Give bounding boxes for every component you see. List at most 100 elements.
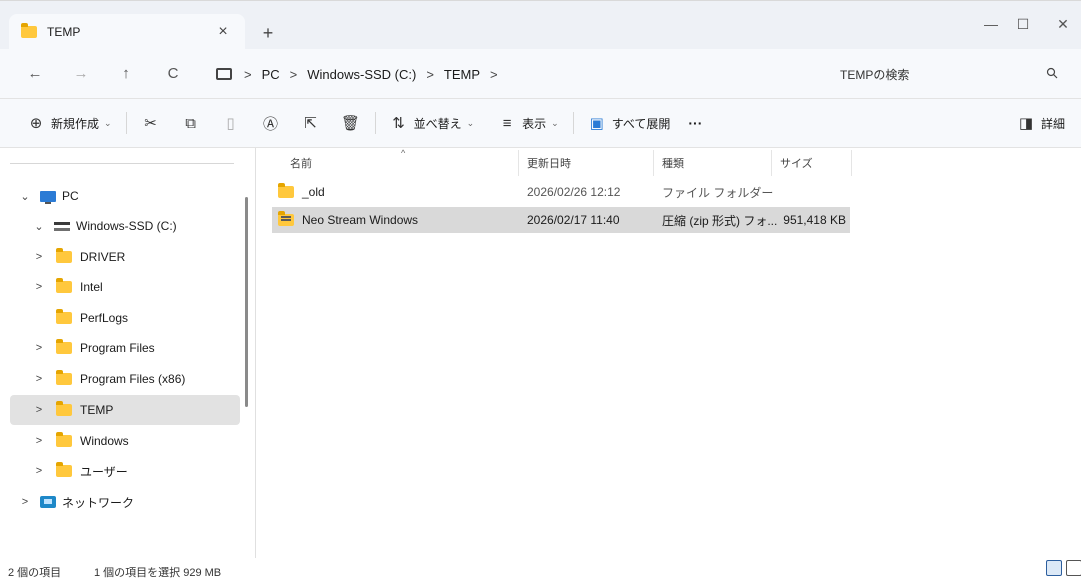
tiles-view-button[interactable] xyxy=(1066,560,1081,576)
new-label: 新規作成 xyxy=(51,116,100,131)
rename-button[interactable]: Ⓐ xyxy=(261,107,281,139)
chevron-right-icon[interactable]: > xyxy=(18,496,32,508)
copy-button[interactable]: ⧉ xyxy=(181,107,201,139)
file-size xyxy=(780,179,846,205)
folder-icon xyxy=(56,462,72,477)
sidebar-item-intel[interactable]: > Intel xyxy=(10,272,240,302)
tab-temp[interactable]: TEMP × xyxy=(9,14,245,50)
details-view-button[interactable] xyxy=(1046,560,1062,576)
minimize-button[interactable]: — xyxy=(976,13,1006,35)
breadcrumb-pc[interactable]: PC xyxy=(262,67,280,82)
sidebar-item-driver[interactable]: > DRIVER xyxy=(10,242,240,272)
chevron-right-icon[interactable]: > xyxy=(32,251,46,263)
share-button[interactable]: ⇱ xyxy=(301,107,321,139)
sidebar-item-label: Program Files (x86) xyxy=(80,372,186,386)
share-icon: ⇱ xyxy=(304,115,317,132)
pc-icon xyxy=(40,190,56,204)
folder-icon xyxy=(278,183,294,198)
more-options-button[interactable]: ··· xyxy=(688,107,702,139)
breadcrumb-drive[interactable]: Windows-SSD (C:) xyxy=(307,67,416,82)
selection-info: 1 個の項目を選択 929 MB xyxy=(94,567,222,578)
monitor-icon xyxy=(216,68,232,80)
network-icon xyxy=(40,496,56,508)
list-view-icon: ≡ xyxy=(502,114,512,132)
column-header-modified[interactable]: 更新日時 xyxy=(519,150,654,176)
sort-button[interactable]: ⇅ 並べ替え ⌄ xyxy=(390,107,475,139)
file-name: _old xyxy=(302,185,325,199)
sidebar-item-program-files[interactable]: > Program Files xyxy=(10,333,240,363)
sidebar-item-program-files-x86[interactable]: > Program Files (x86) xyxy=(10,364,240,394)
breadcrumb-separator: > xyxy=(426,66,434,82)
divider xyxy=(374,112,376,134)
sidebar-item-label: PC xyxy=(62,189,79,203)
file-modified: 2026/02/26 12:12 xyxy=(527,185,621,199)
maximize-button[interactable]: ☐ xyxy=(1008,13,1038,35)
details-pane-button[interactable]: ◨ 詳細 xyxy=(1017,107,1065,139)
chevron-down-icon[interactable]: ⌄ xyxy=(18,190,32,203)
sidebar-item-label: Windows xyxy=(80,434,129,448)
chevron-down-icon: ⌄ xyxy=(466,117,475,128)
file-type: 圧縮 (zip 形式) フォ... xyxy=(662,213,777,228)
cut-button[interactable]: ✂ xyxy=(141,107,161,139)
scissors-icon: ✂ xyxy=(144,115,157,132)
paste-button[interactable]: ▯ xyxy=(221,107,241,139)
sidebar-item-network[interactable]: > ネットワーク xyxy=(10,487,240,517)
breadcrumb-temp[interactable]: TEMP xyxy=(444,67,480,82)
sidebar-item-label: Windows-SSD (C:) xyxy=(76,219,177,233)
sidebar-scrollbar[interactable] xyxy=(245,197,248,407)
delete-button[interactable]: 🗑 xyxy=(341,107,361,139)
close-window-button[interactable]: ✕ xyxy=(1048,13,1078,35)
view-button[interactable]: ≡ 表示 ⌄ xyxy=(498,107,559,139)
column-header-size[interactable]: サイズ xyxy=(772,150,852,176)
chevron-right-icon[interactable]: > xyxy=(32,435,46,447)
file-row-old[interactable]: _old 2026/02/26 12:12 ファイル フォルダー xyxy=(272,179,850,205)
forward-button[interactable]: → xyxy=(70,63,92,85)
chevron-right-icon[interactable]: > xyxy=(32,373,46,385)
breadcrumb-separator: > xyxy=(289,66,298,82)
new-tab-button[interactable]: + xyxy=(258,23,278,43)
sidebar-item-users[interactable]: > ユーザー xyxy=(10,456,240,486)
details-label: 詳細 xyxy=(1040,116,1065,131)
expand-all-button[interactable]: ▣ すべて展開 xyxy=(588,107,671,139)
chevron-right-icon[interactable]: > xyxy=(32,404,46,416)
view-label: 表示 xyxy=(522,116,547,131)
chevron-right-icon[interactable]: > xyxy=(32,281,46,293)
sidebar-item-label: Program Files xyxy=(80,341,155,355)
sidebar-item-perflogs[interactable]: PerfLogs xyxy=(10,303,240,333)
breadcrumb-separator: > xyxy=(244,66,252,82)
search-input[interactable]: TEMPの検索 xyxy=(840,66,1044,83)
zip-folder-icon xyxy=(278,211,294,226)
up-button[interactable]: ↑ xyxy=(115,63,137,85)
column-header-type[interactable]: 種類 xyxy=(654,150,772,176)
details-pane-icon: ◨ xyxy=(1018,115,1034,132)
sidebar-item-windows[interactable]: > Windows xyxy=(10,426,240,456)
new-button[interactable]: ⊕ 新規作成 ⌄ xyxy=(27,107,112,139)
sidebar-item-windows-ssd[interactable]: ⌄ Windows-SSD (C:) xyxy=(10,211,240,241)
refresh-button[interactable]: C xyxy=(162,63,184,85)
sidebar-item-pc[interactable]: ⌄ PC xyxy=(10,181,240,211)
sidebar-item-temp[interactable]: > TEMP xyxy=(10,395,240,425)
search-box[interactable]: TEMPの検索 xyxy=(826,60,1074,88)
breadcrumb-separator: > xyxy=(490,66,498,82)
rename-icon: Ⓐ xyxy=(263,115,279,133)
status-bar: 2 個の項目 1 個の項目を選択 929 MB xyxy=(0,558,1081,578)
trash-icon: 🗑 xyxy=(341,115,361,132)
column-header-name[interactable]: 名前 xyxy=(282,150,519,176)
tab-close-button[interactable]: × xyxy=(213,23,233,41)
tab-title: TEMP xyxy=(47,25,81,39)
back-button[interactable]: ← xyxy=(24,63,46,85)
divider xyxy=(125,112,127,134)
file-list: ^ 名前 更新日時 種類 サイズ _old 2026/02/26 12:12 フ… xyxy=(257,148,1081,558)
chevron-right-icon[interactable]: > xyxy=(32,465,46,477)
sidebar-item-label: TEMP xyxy=(80,403,114,417)
chevron-right-icon[interactable]: > xyxy=(32,342,46,354)
address-bar[interactable]: > PC > Windows-SSD (C:) > TEMP > xyxy=(208,60,814,88)
clipboard-icon: ▯ xyxy=(226,115,235,132)
chevron-down-icon[interactable]: ⌄ xyxy=(32,220,46,233)
folder-icon xyxy=(56,278,72,293)
drive-icon xyxy=(54,221,70,231)
sort-label: 並べ替え xyxy=(413,116,462,131)
title-bar: TEMP × + — ☐ ✕ xyxy=(0,0,1081,50)
file-row-neo-stream-windows[interactable]: Neo Stream Windows 2026/02/17 11:40 圧縮 (… xyxy=(272,207,850,233)
file-modified: 2026/02/17 11:40 xyxy=(527,213,620,227)
